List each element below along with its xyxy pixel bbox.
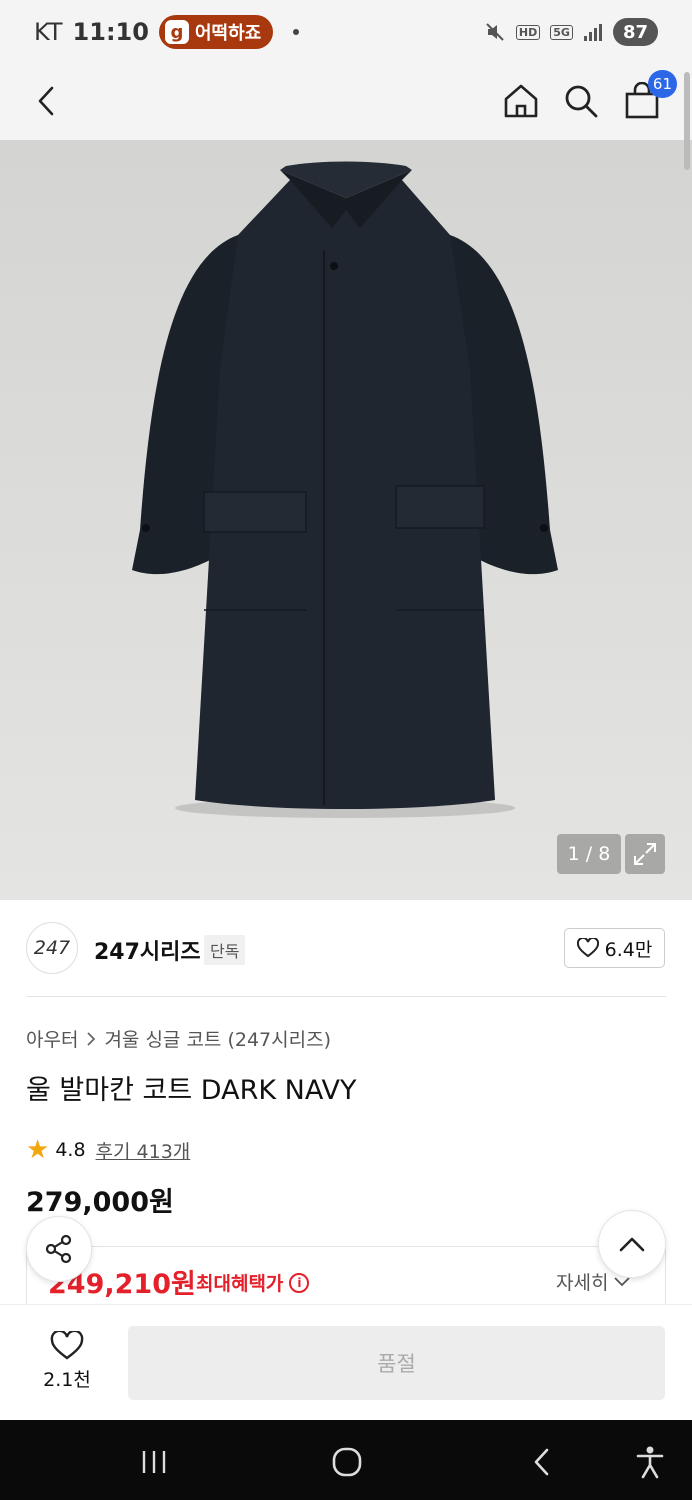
notification-pill[interactable]: g 어떡하죠 xyxy=(158,15,274,49)
clock: 11:10 xyxy=(72,18,149,46)
home-icon xyxy=(504,84,538,118)
product-image-gallery[interactable] xyxy=(0,140,692,900)
chevron-right-icon xyxy=(87,1031,96,1046)
max-benefit-text: 최대혜택가 xyxy=(196,1273,284,1295)
rating-value: 4.8 xyxy=(55,1139,86,1161)
home-button[interactable] xyxy=(496,76,546,126)
home-nav-button[interactable] xyxy=(325,1440,369,1484)
search-button[interactable] xyxy=(556,76,606,126)
brand-like-button[interactable]: 6.4만 xyxy=(564,928,665,968)
max-benefit-label[interactable]: 최대혜택가 i xyxy=(196,1269,310,1296)
accessibility-button[interactable] xyxy=(628,1440,672,1484)
hd-icon: HD xyxy=(515,24,541,40)
share-button[interactable] xyxy=(26,1216,92,1282)
star-icon: ★ xyxy=(26,1135,50,1165)
reviews-link[interactable]: 후기 413개 xyxy=(96,1137,191,1164)
chevron-down-icon xyxy=(614,1276,631,1286)
purchase-bar: 2.1천 품절 xyxy=(0,1304,692,1420)
product-title: 울 발마칸 코트 DARK NAVY xyxy=(26,1075,357,1106)
wishlist-button[interactable]: 2.1천 xyxy=(30,1331,104,1392)
coat-image xyxy=(0,140,692,900)
heart-icon xyxy=(576,938,599,958)
expand-button[interactable] xyxy=(625,834,665,874)
share-icon xyxy=(45,1234,72,1264)
network-icon: 5G xyxy=(550,24,573,40)
carrier: KT xyxy=(34,18,63,46)
home-circle-icon xyxy=(332,1447,362,1477)
system-nav-bar xyxy=(0,1420,692,1500)
notification-pill-label: 어떡하죠 xyxy=(194,23,262,44)
g-app-icon: g xyxy=(164,20,189,44)
breadcrumb: 아우터 겨울 싱글 코트 (247시리즈) xyxy=(26,1025,331,1052)
image-counter: 1 / 8 xyxy=(557,834,621,874)
wishlist-count: 2.1천 xyxy=(43,1369,91,1391)
heart-icon xyxy=(50,1331,84,1360)
brand-like-count: 6.4만 xyxy=(604,938,653,961)
mute-icon xyxy=(486,23,504,41)
expand-icon xyxy=(634,843,656,865)
brand-logo[interactable]: 247 xyxy=(26,922,78,974)
status-bar: KT 11:10 g 어떡하죠 HD 5G 87 xyxy=(0,0,692,64)
breadcrumb-item[interactable]: 겨울 싱글 코트 (247시리즈) xyxy=(104,1025,331,1052)
scroll-top-button[interactable] xyxy=(598,1210,666,1278)
search-icon xyxy=(565,85,598,118)
app-header: 61 xyxy=(0,64,692,140)
brand-logo-text: 247 xyxy=(33,937,71,959)
detail-label: 자세히 xyxy=(556,1272,609,1294)
back-button[interactable] xyxy=(22,76,72,126)
back-nav-icon xyxy=(534,1448,549,1476)
battery-icon: 87 xyxy=(612,18,658,46)
back-nav-button[interactable] xyxy=(520,1440,564,1484)
cart-button[interactable]: 61 xyxy=(617,70,677,126)
signal-icon xyxy=(583,24,602,41)
chevron-up-icon xyxy=(619,1237,645,1252)
chevron-left-icon xyxy=(38,86,54,116)
product-page: KT 11:10 g 어떡하죠 HD 5G 87 61 1 / 8 247 24… xyxy=(0,0,692,1500)
brand-name[interactable]: 247시리즈 xyxy=(94,934,201,966)
original-price: 279,000원 xyxy=(26,1187,174,1218)
battery-level: 87 xyxy=(622,21,648,43)
breadcrumb-item[interactable]: 아우터 xyxy=(26,1025,78,1052)
exclusive-badge: 단독 xyxy=(204,935,246,965)
recent-apps-icon xyxy=(142,1451,166,1473)
soldout-button[interactable]: 품절 xyxy=(128,1326,665,1400)
cart-count-badge: 61 xyxy=(647,70,677,98)
recent-apps-button[interactable] xyxy=(132,1440,176,1484)
rating-summary: ★ 4.8 후기 413개 xyxy=(26,1135,190,1165)
notification-dot xyxy=(293,29,300,35)
divider xyxy=(26,996,666,997)
scrollbar[interactable] xyxy=(684,72,690,170)
info-icon: i xyxy=(289,1272,310,1293)
accessibility-icon xyxy=(636,1446,664,1479)
status-icons: HD 5G 87 xyxy=(484,18,658,46)
